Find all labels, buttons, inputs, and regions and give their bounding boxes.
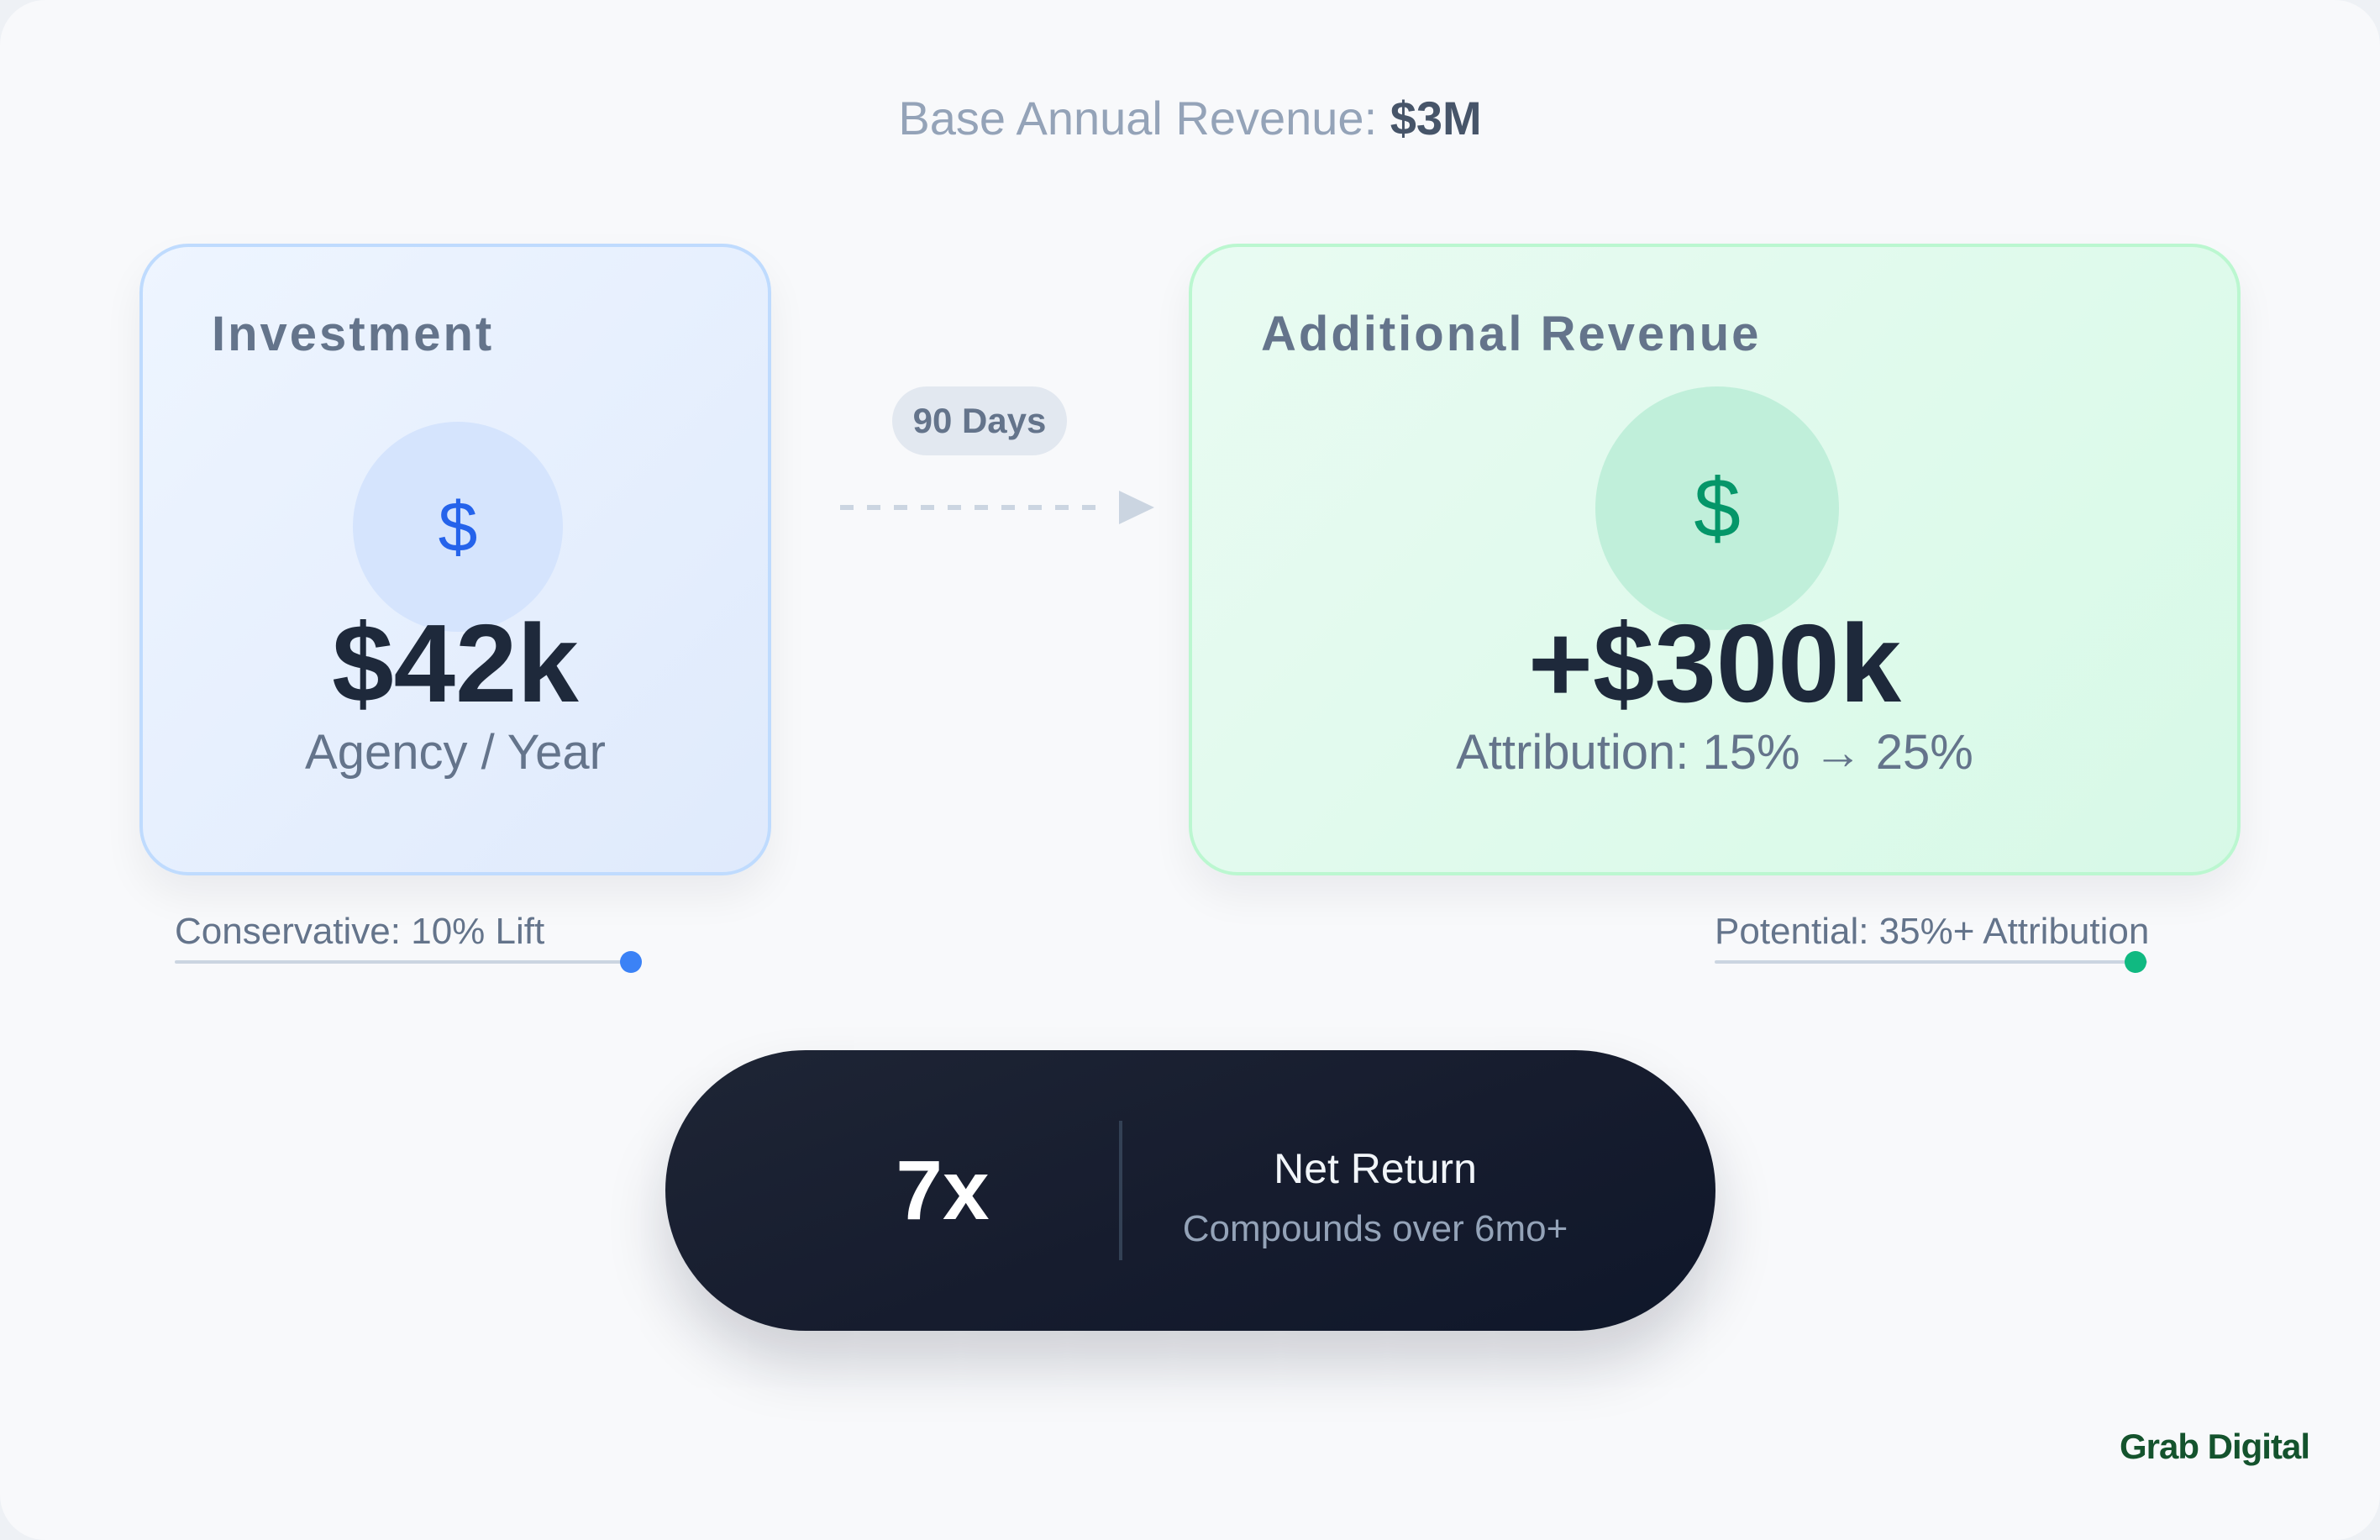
brand-logo: Grab Digital (2119, 1427, 2310, 1466)
return-multiplier: 7x (896, 1143, 990, 1238)
base-revenue-label: Base Annual Revenue: (898, 92, 1378, 145)
conservative-track (175, 960, 633, 964)
page-title: Base Annual Revenue: $3M (0, 91, 2380, 145)
dollar-icon: $ (1595, 386, 1839, 630)
base-revenue-value: $3M (1390, 92, 1482, 145)
revenue-value: +$300k (1527, 602, 1902, 725)
conservative-label: Conservative: 10% Lift (175, 911, 545, 952)
potential-track (1715, 960, 2147, 964)
net-return-sublabel: Compounds over 6mo+ (1182, 1208, 1568, 1249)
investment-card: Investment $ $42k Agency / Year (139, 244, 771, 875)
investment-title: Investment (212, 307, 495, 361)
revenue-card: Additional Revenue $ +$300k Attribution:… (1189, 244, 2241, 875)
potential-label: Potential: 35%+ Attribution (1715, 911, 2150, 952)
net-return-summary: 7x Net Return Compounds over 6mo+ (665, 1050, 1715, 1331)
investment-value: $42k (332, 602, 579, 725)
conservative-slider-handle[interactable] (620, 951, 642, 973)
dollar-icon: $ (353, 422, 563, 632)
divider (1119, 1121, 1122, 1260)
net-return-label: Net Return (1274, 1145, 1477, 1192)
potential-slider-handle[interactable] (2125, 951, 2146, 973)
revenue-subtitle: Attribution: 15% → 25% (1456, 725, 1973, 780)
revenue-title: Additional Revenue (1261, 307, 1762, 361)
arrow-right-icon (840, 491, 1154, 524)
duration-badge: 90 Days (892, 386, 1067, 455)
roi-diagram: Base Annual Revenue: $3M Investment $ $4… (0, 0, 2380, 1540)
investment-subtitle: Agency / Year (305, 725, 606, 780)
